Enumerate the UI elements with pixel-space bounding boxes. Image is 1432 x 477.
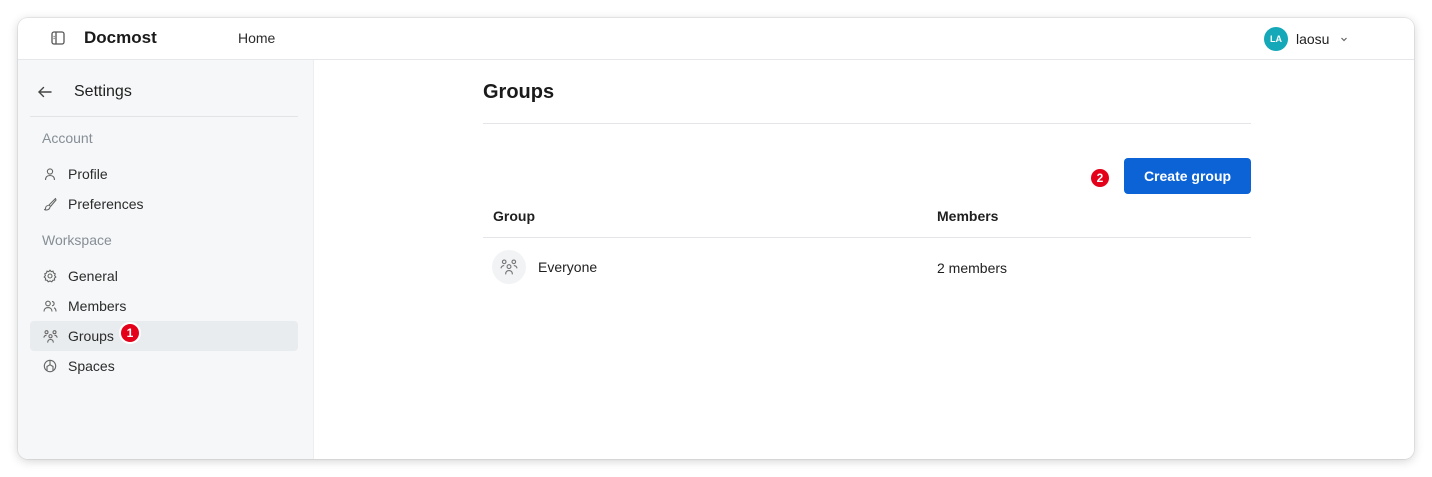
table-row[interactable]: Everyone 2 members: [483, 247, 1251, 284]
sidebar-item-label: Groups: [68, 328, 114, 344]
user-name: laosu: [1296, 31, 1330, 47]
chevron-down-icon: [1339, 34, 1349, 44]
section-label-workspace: Workspace: [42, 232, 112, 248]
sidebar-title: Settings: [74, 83, 132, 100]
gear-icon: [42, 268, 58, 284]
sidebar-item-label: Members: [68, 298, 127, 314]
user-menu[interactable]: LA laosu: [1264, 26, 1349, 52]
sidebar-item-members[interactable]: Members: [30, 291, 298, 321]
users-icon: [42, 298, 58, 314]
sidebar-item-profile[interactable]: Profile: [30, 159, 298, 189]
sidebar-item-groups[interactable]: Groups 1: [30, 321, 298, 351]
sidebar-toggle-icon[interactable]: [49, 29, 67, 47]
settings-sidebar: Settings Account Profile Preferences Wor…: [18, 60, 314, 459]
column-header-group[interactable]: Group: [493, 208, 535, 224]
app-window: Docmost Home LA laosu Settings Account P…: [18, 18, 1414, 459]
sidebar-item-label: Preferences: [68, 196, 144, 212]
step-badge: 1: [118, 322, 141, 344]
sidebar-item-spaces[interactable]: Spaces: [30, 351, 298, 381]
page-title: Groups: [483, 81, 555, 103]
members-count: 2 members: [937, 260, 1008, 276]
main-content: Groups 2 Create group Group Members Ever…: [314, 60, 1414, 459]
step-badge: 2: [1089, 167, 1111, 189]
sidebar-item-preferences[interactable]: Preferences: [30, 189, 298, 219]
section-label-account: Account: [42, 130, 93, 146]
sidebar-item-label: General: [68, 268, 118, 284]
nav-home-link[interactable]: Home: [238, 30, 275, 46]
brush-icon: [42, 196, 58, 212]
group-name: Everyone: [538, 259, 598, 275]
back-to-app-button[interactable]: Settings: [36, 80, 298, 104]
table-header-divider: [483, 237, 1251, 238]
spaces-icon: [42, 358, 58, 374]
sidebar-item-label: Spaces: [68, 358, 115, 374]
sidebar-divider: [30, 116, 298, 117]
user-icon: [42, 166, 58, 182]
create-group-button[interactable]: Create group: [1124, 158, 1251, 194]
top-bar: Docmost Home LA laosu: [18, 18, 1414, 60]
avatar: LA: [1264, 27, 1288, 51]
arrow-left-icon: [36, 83, 54, 101]
sidebar-item-label: Profile: [68, 166, 108, 182]
users-group-icon: [492, 250, 526, 284]
app-logo-text[interactable]: Docmost: [84, 28, 157, 48]
title-divider: [483, 123, 1251, 124]
column-header-members[interactable]: Members: [937, 208, 998, 224]
users-group-icon: [42, 328, 58, 344]
sidebar-item-general[interactable]: General: [30, 261, 298, 291]
